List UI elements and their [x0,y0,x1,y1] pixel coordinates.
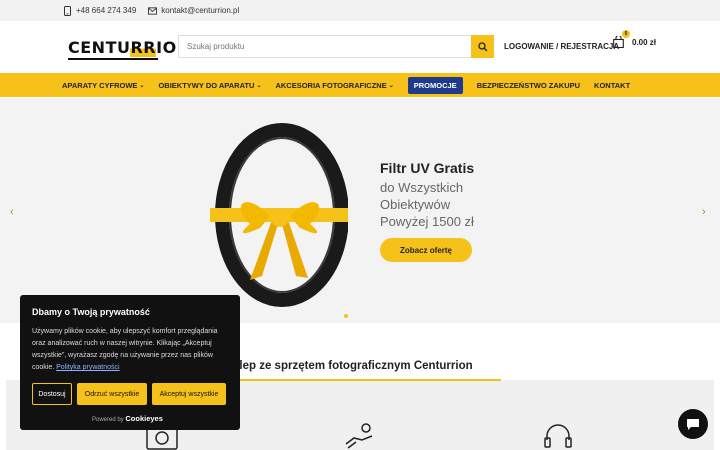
section-underline [233,379,501,381]
accept-all-button[interactable]: Akceptuj wszystkie [152,383,226,405]
cookie-title: Dbamy o Twoją prywatność [32,307,150,317]
cart-total: 0.00 zł [632,37,657,47]
cookieyes-logo: Cookieyes [125,414,163,423]
main-nav: APARATY CYFROWE ⌄ OBIEKTYWY DO APARATU ⌄ A… [0,73,720,97]
logo-text-highlight: RR [130,37,157,57]
customize-button[interactable]: Dostosuj [32,383,72,405]
nav-item-obiektywy[interactable]: OBIEKTYWY DO APARATU ⌄ [158,81,261,90]
cookie-consent-banner: Dbamy o Twoją prywatność Używamy plików … [20,295,240,430]
hero-line: Powyżej 1500 zł [380,214,474,229]
search-icon [477,41,487,51]
hero-text: Filtr UV Gratis do Wszystkich Obiektywów… [380,160,500,262]
chevron-down-icon: ⌄ [139,82,145,89]
nav-item-akcesoria[interactable]: AKCESORIA FOTOGRAFICZNE ⌄ [275,81,393,90]
uv-filter-ribbon-image [210,123,348,307]
chevron-down-icon: ⌄ [256,82,262,89]
search-bar [178,35,494,58]
site-logo[interactable]: CENTURRION [68,37,190,60]
powered-by-text: Powered by [92,417,124,423]
phone-number: +48 664 274 349 [76,6,137,15]
hero-slider: ‹ › Filtr UV Gratis do Wszystkich Obiekt… [0,98,720,323]
chat-bubble-icon [687,418,699,430]
delivery-hand-icon [345,423,373,449]
slider-dot[interactable] [344,314,348,318]
section-title: klep ze sprzętem fotograficznym Centurri… [233,360,473,372]
phone-icon [63,5,72,16]
nav-label: OBIEKTYWY DO APARATU [158,80,255,90]
cart-count-badge: 0 [622,30,630,38]
cart-button[interactable]: 0 0.00 zł [613,30,657,49]
see-offer-button[interactable]: Zobacz ofertę [380,238,472,262]
nav-item-bezpieczenstwo[interactable]: BEZPIECZEŃSTWO ZAKUPU [477,81,580,90]
privacy-policy-link[interactable]: Polityka prywatności [56,364,119,371]
login-register-link[interactable]: LOGOWANIE / REJESTRACJA [504,42,619,51]
nav-item-promocje[interactable]: PROMOCJE [407,76,463,94]
mail-icon [148,6,158,16]
reject-all-button[interactable]: Odrzuć wszystkie [77,383,147,405]
logo-underline [68,57,158,60]
hero-line: Obiektywów [380,197,451,212]
hero-title: Filtr UV Gratis [380,160,475,176]
slider-prev-arrow[interactable]: ‹ [10,206,14,218]
headset-icon [544,424,572,448]
email-address: kontakt@centurrion.pl [161,6,240,15]
slider-next-arrow[interactable]: › [702,206,706,218]
cookie-buttons: Dostosuj Odrzuć wszystkie Akceptuj wszys… [32,383,228,405]
chat-button[interactable] [678,409,708,439]
nav-label: APARATY CYFROWE [62,80,138,90]
hero-subtitle: do Wszystkich Obiektywów Powyżej 1500 zł [380,179,500,230]
top-bar: +48 664 274 349 kontakt@centurrion.pl [0,0,720,21]
email-contact[interactable]: kontakt@centurrion.pl [148,6,239,16]
hero-line: do Wszystkich [380,180,464,195]
search-button[interactable] [471,35,494,58]
nav-item-aparaty[interactable]: APARATY CYFROWE ⌄ [62,81,144,90]
nav-item-kontakt[interactable]: KONTAKT [594,81,630,90]
nav-label: AKCESORIA FOTOGRAFICZNE [275,80,387,90]
shopping-bag-icon: 0 [613,30,630,49]
search-input[interactable] [179,36,471,57]
phone-contact[interactable]: +48 664 274 349 [63,5,137,16]
cookie-text: Używamy plików cookie, aby ulepszyć komf… [32,326,228,374]
chevron-down-icon: ⌄ [388,82,394,89]
logo-text-start: CENTU [68,37,131,57]
powered-by: Powered by Cookieyes [92,414,163,423]
